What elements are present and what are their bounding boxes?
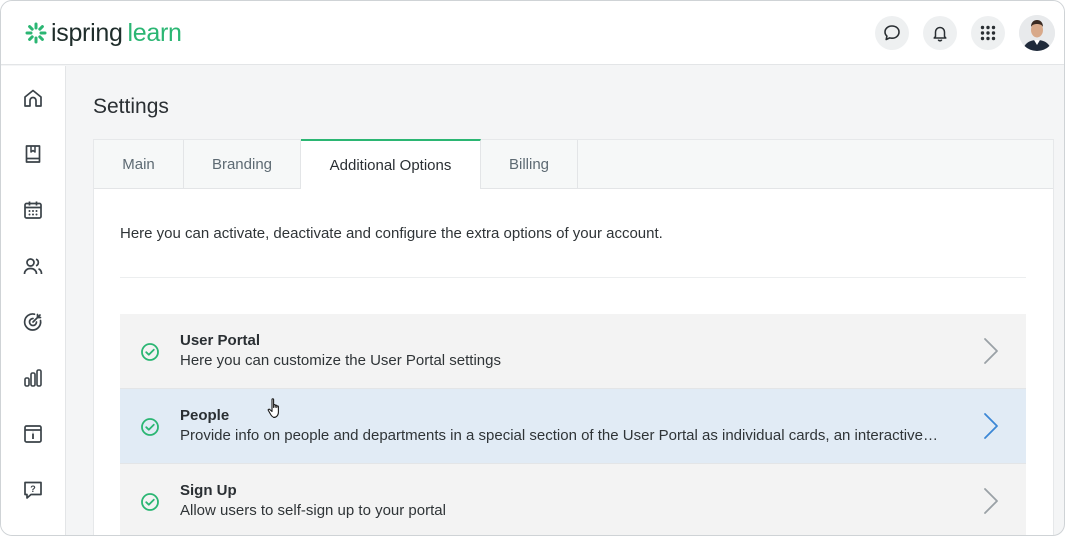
home-icon <box>24 89 42 107</box>
sidebar-item-users[interactable] <box>19 252 47 280</box>
option-title: People <box>180 407 230 424</box>
sidebar-item-goals[interactable] <box>19 308 47 336</box>
option-user-portal[interactable]: User Portal Here you can customize the U… <box>120 314 1026 389</box>
chevron-right-icon <box>984 488 998 514</box>
logo-text-ispring: ispring <box>51 18 123 47</box>
svg-text:?: ? <box>30 484 36 494</box>
chat-icon <box>884 25 900 41</box>
logo-text-learn: learn <box>127 18 182 47</box>
settings-tabs: Main Branding Additional Options Billing <box>94 139 1053 189</box>
bar-chart-icon <box>24 369 42 387</box>
users-icon <box>23 258 43 275</box>
sidebar-item-info[interactable] <box>19 420 47 448</box>
hand-cursor-icon <box>267 398 279 419</box>
option-title: User Portal <box>180 332 261 349</box>
bell-icon <box>933 26 947 42</box>
sidebar-item-courses[interactable] <box>19 140 47 168</box>
sidebar: ? <box>1 66 66 535</box>
logo-burst-icon <box>25 22 47 44</box>
option-description: Here you can customize the User Portal s… <box>180 352 501 369</box>
chevron-right-icon <box>984 413 998 439</box>
chat-button[interactable] <box>875 16 909 50</box>
book-icon <box>25 145 41 163</box>
check-circle-icon <box>141 418 159 436</box>
sidebar-item-calendar[interactable] <box>19 196 47 224</box>
chevron-right-icon <box>984 338 998 364</box>
apps-grid-icon <box>980 25 996 41</box>
sidebar-item-home[interactable] <box>19 84 47 112</box>
option-people[interactable]: People Provide info on people and depart… <box>120 389 1026 464</box>
ispring-learn-logo[interactable]: ispring learn <box>25 19 182 47</box>
divider <box>120 277 1026 278</box>
user-avatar[interactable] <box>1019 15 1055 51</box>
settings-card: Main Branding Additional Options Billing… <box>93 139 1054 535</box>
apps-button[interactable] <box>971 16 1005 50</box>
info-panel-icon <box>24 425 42 443</box>
tab-billing[interactable]: Billing <box>481 140 578 189</box>
tab-additional-options[interactable]: Additional Options <box>301 139 481 189</box>
sidebar-item-reports[interactable] <box>19 364 47 392</box>
top-bar: ispring learn <box>1 1 1064 65</box>
option-title: Sign Up <box>180 482 237 499</box>
tab-branding[interactable]: Branding <box>184 140 301 189</box>
intro-text: Here you can activate, deactivate and co… <box>120 225 663 242</box>
app-window: ispring learn ? Settings Main Branding A… <box>0 0 1065 536</box>
check-circle-icon <box>141 343 159 361</box>
option-sign-up[interactable]: Sign Up Allow users to self-sign up to y… <box>120 464 1026 535</box>
calendar-icon <box>24 201 42 219</box>
help-chat-icon: ? <box>24 481 42 499</box>
target-icon <box>23 313 42 331</box>
check-circle-icon <box>141 493 159 511</box>
option-description: Provide info on people and departments i… <box>180 427 940 444</box>
tab-main[interactable]: Main <box>94 140 184 189</box>
page-title: Settings <box>93 95 169 118</box>
option-description: Allow users to self-sign up to your port… <box>180 502 446 519</box>
sidebar-item-help[interactable]: ? <box>19 476 47 504</box>
notifications-button[interactable] <box>923 16 957 50</box>
user-photo-icon <box>1019 15 1055 51</box>
